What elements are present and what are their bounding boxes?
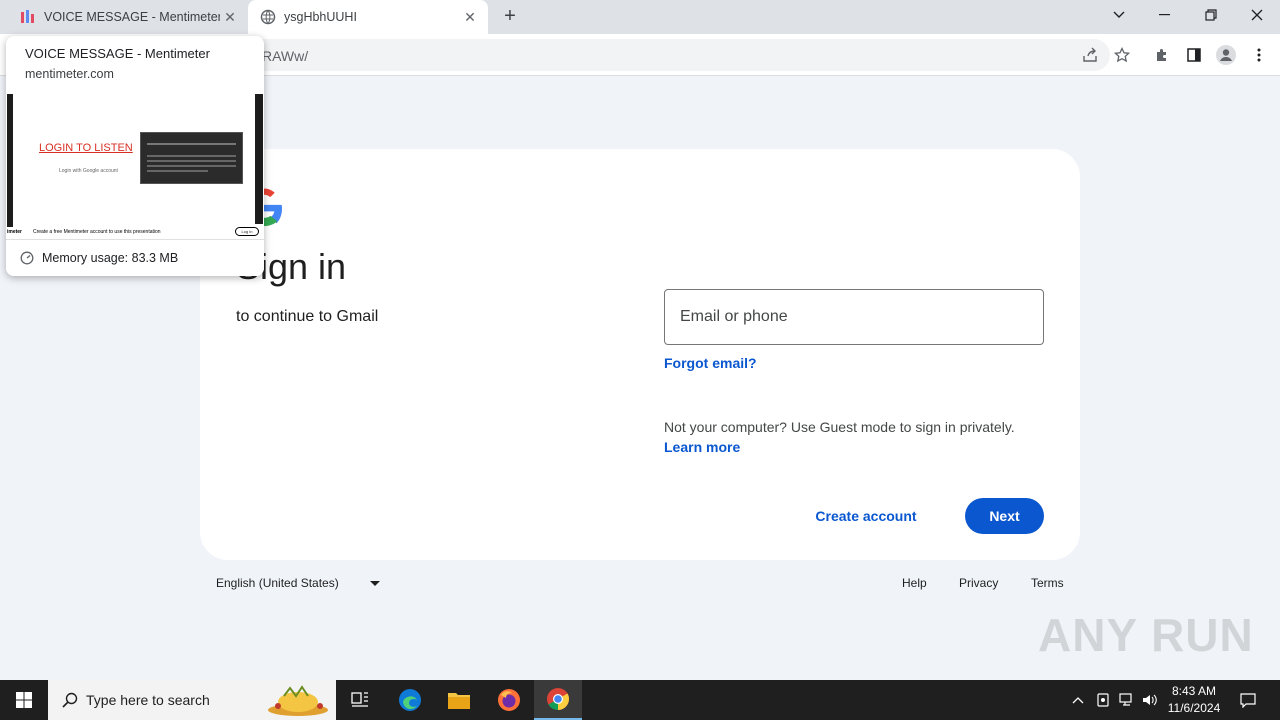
memory-usage-text: Memory usage: 83.3 MB (42, 251, 179, 265)
anyrun-watermark: ANY RUN (1038, 609, 1254, 661)
tab-hover-card: VOICE MESSAGE - Mentimeter mentimeter.co… (6, 36, 264, 276)
sign-in-card (200, 149, 1080, 560)
clock-date: 11/6/2024 (1167, 701, 1221, 715)
profile-avatar-icon[interactable] (1215, 44, 1237, 66)
windows-logo-icon (16, 692, 32, 708)
preview-bottom-text: Create a free Mentimeter account to use … (33, 229, 161, 235)
gauge-icon (20, 251, 34, 265)
language-selector[interactable]: English (United States) (216, 576, 339, 590)
memory-usage-row: Memory usage: 83.3 MB (6, 239, 264, 276)
restore-icon[interactable] (1188, 0, 1234, 30)
extensions-icon[interactable] (1151, 44, 1173, 66)
preview-bottom-left: imeter (7, 229, 23, 235)
menu-kebab-icon[interactable] (1248, 44, 1270, 66)
search-highlight-icon (264, 682, 334, 718)
search-icon (62, 692, 78, 708)
bookmark-star-icon[interactable] (1111, 44, 1133, 66)
mentimeter-favicon-icon (20, 9, 36, 25)
guest-mode-text: Not your computer? Use Guest mode to sig… (664, 419, 1015, 435)
hover-card-title: VOICE MESSAGE - Mentimeter (25, 46, 210, 61)
notification-icon[interactable] (1236, 680, 1260, 720)
network-icon[interactable] (1117, 680, 1137, 720)
browser-tab-strip: VOICE MESSAGE - Mentimeter ✕ ysgHbhUUHI … (0, 0, 1280, 34)
taskbar-search-placeholder: Type here to search (86, 692, 210, 708)
preview-dark-panel (140, 132, 243, 184)
chrome-icon[interactable] (534, 680, 582, 720)
preview-sub-text: Login with Google account (59, 168, 118, 174)
volume-icon[interactable] (1140, 680, 1160, 720)
minimize-icon[interactable] (1142, 0, 1188, 30)
forgot-email-link[interactable]: Forgot email? (664, 355, 757, 371)
tab-close-icon[interactable]: ✕ (220, 9, 240, 26)
side-panel-icon[interactable] (1183, 44, 1205, 66)
clock-time: 8:43 AM (1171, 684, 1217, 698)
learn-more-link[interactable]: Learn more (664, 439, 740, 455)
create-account-button[interactable]: Create account (798, 498, 934, 534)
share-icon[interactable] (1079, 44, 1101, 66)
help-link[interactable]: Help (902, 576, 927, 590)
taskbar-clock[interactable]: 8:43 AM 11/6/2024 (1164, 683, 1224, 717)
globe-icon (260, 9, 276, 25)
hover-card-preview: LOGIN TO LISTEN Login with Google accoun… (7, 94, 263, 239)
tray-overflow-icon[interactable] (1068, 680, 1088, 720)
preview-login-text: LOGIN TO LISTEN (39, 142, 133, 154)
preview-login-button: Log in (235, 227, 259, 236)
taskbar-search-box[interactable]: Type here to search (48, 680, 336, 720)
page-subtitle: to continue to Gmail (236, 308, 379, 325)
tab-close-icon[interactable]: ✕ (460, 9, 480, 26)
file-explorer-icon[interactable] (435, 680, 483, 720)
privacy-link[interactable]: Privacy (959, 576, 998, 590)
terms-link[interactable]: Terms (1031, 576, 1064, 590)
task-view-icon[interactable] (336, 680, 384, 720)
next-button[interactable]: Next (965, 498, 1044, 534)
edge-icon[interactable] (386, 680, 434, 720)
tab-mentimeter[interactable]: VOICE MESSAGE - Mentimeter ✕ (8, 0, 248, 34)
hover-card-domain: mentimeter.com (25, 67, 114, 81)
dropdown-caret-icon[interactable] (370, 581, 380, 586)
firefox-icon[interactable] (485, 680, 533, 720)
close-window-icon[interactable] (1234, 0, 1280, 30)
tab-title: ysgHbhUUHI (284, 10, 357, 24)
tab-search-icon[interactable] (1096, 0, 1142, 30)
start-button[interactable] (0, 680, 48, 720)
url-text[interactable]: RAWw/ (262, 48, 308, 64)
email-input[interactable] (664, 289, 1044, 345)
tab-gmail-signin[interactable]: ysgHbhUUHI ✕ (248, 0, 488, 34)
tab-title: VOICE MESSAGE - Mentimeter (44, 10, 220, 24)
device-icon[interactable] (1093, 680, 1113, 720)
windows-taskbar: Type here to search 8:43 AM 11/6/2024 (0, 680, 1280, 720)
new-tab-button[interactable]: + (498, 5, 522, 29)
